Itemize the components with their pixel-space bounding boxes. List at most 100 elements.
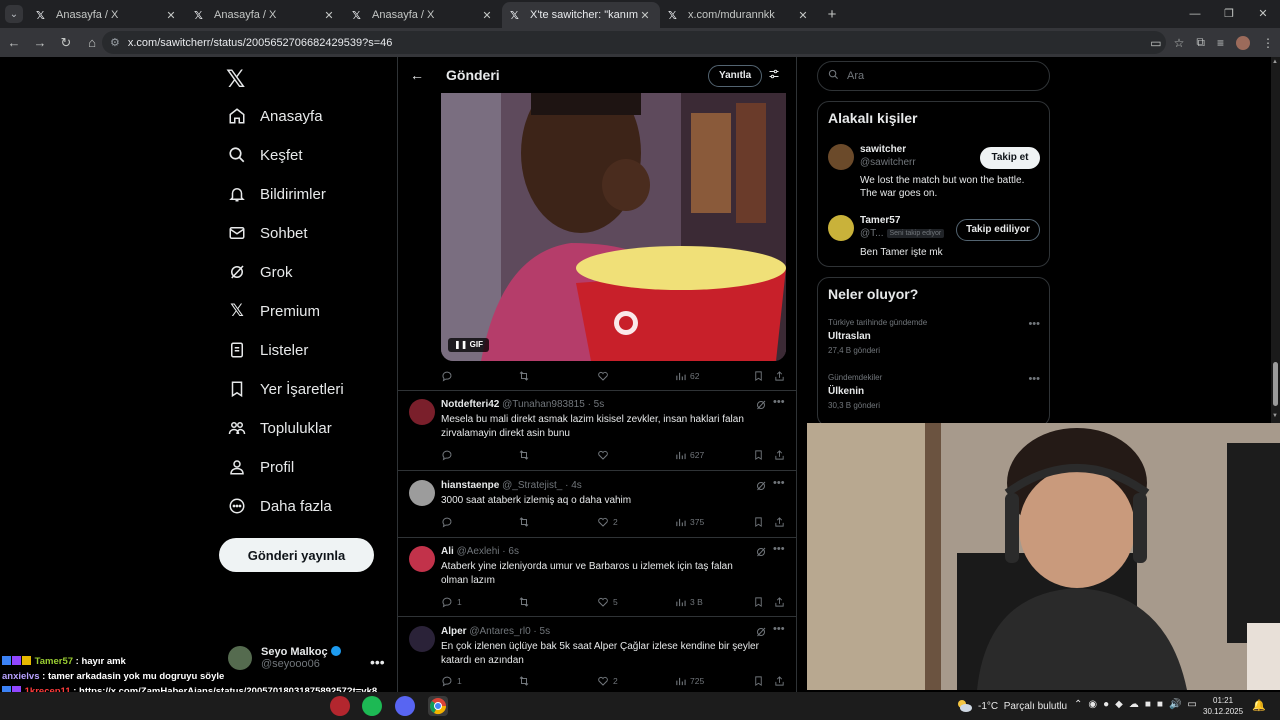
follow-button[interactable]: Takip et [980,147,1040,169]
grok-icon[interactable] [755,399,767,411]
person-handle[interactable]: @T... [860,228,884,239]
repost-icon[interactable] [518,596,530,608]
share-icon[interactable] [774,596,785,608]
like-stat[interactable]: 2 [597,516,618,528]
reply-icon[interactable] [441,370,453,382]
chevron-up-icon[interactable]: ⌃ [1074,699,1082,710]
trend-item[interactable]: Gündemdekiler Ülkenin 30,3 B gönderi ••• [828,373,1040,410]
cast-icon[interactable]: ▭ [1150,36,1161,50]
bookmark-icon[interactable] [753,596,764,608]
minimize-icon[interactable]: — [1178,0,1212,28]
repost-icon[interactable] [518,516,530,528]
forward-arrow-icon[interactable]: → [28,35,52,50]
views-stat[interactable]: 725 [675,676,704,687]
display-icon[interactable]: ▭ [1187,699,1196,710]
share-icon[interactable] [774,675,785,687]
extensions-icon[interactable]: ⧉ [1196,35,1205,50]
post-button[interactable]: Gönderi yayınla [219,538,374,572]
reply-stat[interactable]: 1 [441,675,462,687]
scroll-down-icon[interactable]: ▼ [1272,413,1278,419]
avatar[interactable] [409,480,435,506]
notification-bell-icon[interactable]: 🔔 [1252,699,1266,712]
spotify-icon[interactable] [362,696,382,716]
system-clock[interactable]: 01:21 30.12.2025 [1203,695,1243,717]
restore-icon[interactable]: ❐ [1212,0,1246,28]
bookmark-icon[interactable] [753,370,764,382]
avatar[interactable] [828,215,854,241]
app-icon[interactable] [330,696,350,716]
views-stat[interactable]: 375 [675,517,704,528]
more-options-icon[interactable]: ••• [773,543,785,555]
more-options-icon[interactable]: ••• [1028,318,1040,330]
home-icon[interactable]: ⌂ [80,35,104,50]
more-options-icon[interactable]: ••• [773,623,785,635]
game-icon[interactable]: ◆ [1115,699,1123,710]
share-icon[interactable] [774,516,785,528]
discord-icon[interactable] [395,696,415,716]
microphone-icon[interactable]: ● [1103,699,1109,710]
filter-sliders-icon[interactable] [768,67,780,85]
sidebar-item-explore[interactable]: Keşfet [228,140,303,170]
address-bar[interactable]: ⚙ x.com/sawitcherr/status/20056527066824… [102,31,1166,54]
like-stat[interactable]: 5 [597,596,618,608]
avatar[interactable] [828,144,854,170]
grok-icon[interactable] [755,546,767,558]
bookmark-icon[interactable] [753,516,764,528]
reply-stat[interactable]: 1 [441,596,462,608]
sidebar-item-communities[interactable]: Topluluklar [228,413,332,443]
reply-button[interactable]: Yanıtla [708,65,763,87]
cloud-icon[interactable]: ☁ [1129,699,1139,710]
close-window-icon[interactable]: ✕ [1246,0,1280,28]
search-input[interactable]: Ara [817,61,1050,91]
bookmark-star-icon[interactable]: ☆ [1174,36,1185,50]
reply-author-name[interactable]: Alper [441,626,467,637]
reply-author-handle[interactable]: @_Stratejist_ [502,480,562,491]
more-options-icon[interactable]: ••• [1028,373,1040,385]
tab-search-button[interactable]: ⌄ [0,0,28,28]
more-options-icon[interactable]: ••• [773,477,785,489]
like-icon[interactable] [597,370,609,382]
avatar[interactable] [409,626,435,652]
reply-author-name[interactable]: hianstaenpe [441,480,499,491]
share-icon[interactable] [774,449,785,461]
like-icon[interactable] [597,449,609,461]
back-arrow-icon[interactable]: ← [2,35,26,50]
sidebar-item-grok[interactable]: Grok [228,257,293,287]
close-tab-icon[interactable]: ✕ [322,9,336,22]
sidebar-item-messages[interactable]: Sohbet [228,218,308,248]
close-tab-icon[interactable]: ✕ [638,9,652,22]
reply-time[interactable]: · 6s [502,546,519,557]
back-arrow-icon[interactable]: ← [410,67,430,83]
browser-tab-active[interactable]: 𝕏 X'te sawitcher: "kanım dondu a ✕ [502,2,660,28]
bookmark-icon[interactable] [753,449,764,461]
close-tab-icon[interactable]: ✕ [480,9,494,22]
reply-time[interactable]: · 5s [588,399,605,410]
browser-tab[interactable]: 𝕏 Anasayfa / X ✕ [186,2,344,28]
browser-tab[interactable]: 𝕏 Anasayfa / X ✕ [28,2,186,28]
tray-app-icon[interactable]: ■ [1145,699,1151,710]
reply-author-handle[interactable]: @Aexlehi [457,546,500,557]
reply-author-handle[interactable]: @Antares_rl0 [469,626,530,637]
scrollbar-thumb[interactable] [1273,362,1278,406]
grok-icon[interactable] [755,480,767,492]
tray-app-icon[interactable]: ■ [1157,699,1163,710]
network-icon[interactable]: ◉ [1088,699,1097,710]
reply-time[interactable]: · 4s [565,480,582,491]
browser-menu-icon[interactable]: ⋮ [1262,36,1274,50]
gif-badge[interactable]: ❚❚ GIF [448,338,489,352]
sidebar-item-more[interactable]: Daha fazla [228,491,332,521]
weather-widget[interactable]: -1°C Parçalı bulutlu [956,692,1067,720]
reply-author-handle[interactable]: @Tunahan983815 [502,399,585,410]
new-tab-button[interactable]: + [818,2,846,28]
views-stat[interactable]: 62 [675,371,699,382]
person-name[interactable]: sawitcher [860,144,906,155]
repost-icon[interactable] [518,449,530,461]
gif-media[interactable]: ❚❚ GIF [441,93,786,361]
repost-icon[interactable] [518,675,530,687]
trend-item[interactable]: Türkiye tarihinde gündemde Ultraslan 27,… [828,318,1040,355]
scroll-up-icon[interactable]: ▲ [1272,59,1278,65]
person-name[interactable]: Tamer57 [860,215,900,226]
reload-icon[interactable]: ↻ [54,35,78,51]
reply-time[interactable]: · 5s [533,626,550,637]
reading-list-icon[interactable]: ≡ [1217,36,1224,50]
